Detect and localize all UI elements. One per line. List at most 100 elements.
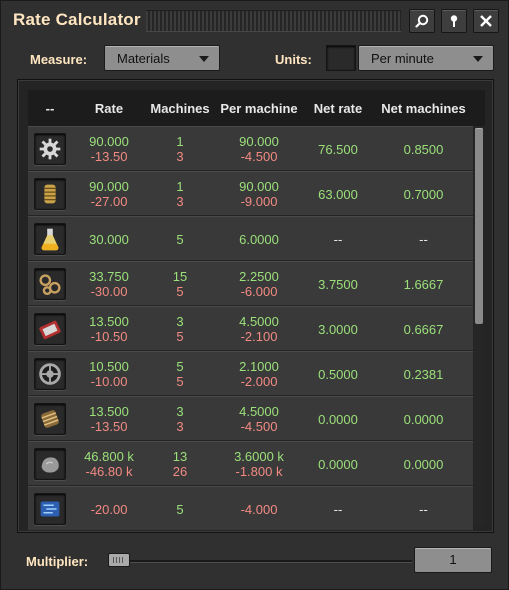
pin-button[interactable]	[441, 9, 467, 33]
production-value: 13.500	[89, 404, 129, 419]
search-button[interactable]	[409, 9, 435, 33]
item-icon-slot[interactable]	[34, 493, 66, 525]
pin-icon	[450, 15, 458, 27]
column-header-rate: Rate	[94, 101, 124, 116]
measure-value: Materials	[117, 51, 170, 66]
cell-net-machines: 0.0000	[403, 412, 444, 427]
drag-handle[interactable]	[146, 10, 401, 32]
production-value: 90.000	[89, 134, 129, 149]
cell-machines: 13	[146, 134, 214, 164]
cell-machines: 35	[146, 314, 214, 344]
chain-icon	[39, 274, 61, 296]
cell-rate: 10.500 -10.00	[72, 359, 146, 389]
cell-rate: 90.000 -13.50	[72, 134, 146, 164]
table-row[interactable]: 90.000 -13.50 1 3 90.000 -4.500 76.500 0.8500	[28, 126, 473, 171]
multiplier-slider[interactable]	[110, 560, 412, 563]
consumption-value: -6.000	[240, 284, 278, 299]
item-icon-slot[interactable]	[34, 358, 66, 390]
item-icon-slot[interactable]	[34, 178, 66, 210]
cell-net-rate: 3.0000	[318, 322, 358, 337]
cell-net-machines: 0.6667	[403, 322, 444, 337]
measure-dropdown[interactable]: Materials	[104, 45, 220, 71]
consumption-value: -30.00	[90, 284, 128, 299]
copper-cable-icon	[44, 184, 56, 204]
column-header-net-machines: Net machines	[381, 101, 466, 116]
cell-net-machines: 0.0000	[403, 457, 444, 472]
production-value: 33.750	[89, 269, 129, 284]
vertical-scrollbar[interactable]	[474, 126, 484, 526]
units-item-slot[interactable]	[326, 45, 356, 71]
table-row[interactable]: 10.500 -10.00 5 5 2.1000 -2.000 0.5000 0.2381	[28, 351, 473, 396]
table-row[interactable]: 90.000 -27.00 1 3 90.000 -9.000 63.000 0.7000	[28, 171, 473, 216]
cell-machines: 15 5	[146, 269, 214, 299]
item-icon-slot[interactable]	[34, 133, 66, 165]
production-value: 5	[176, 232, 184, 247]
production-value: -4.000	[240, 502, 278, 517]
cell-machines: 33	[146, 404, 214, 434]
production-value: 30.000	[89, 232, 129, 247]
consumption-value: 3	[176, 419, 184, 434]
chevron-down-icon	[199, 56, 209, 62]
table-row[interactable]: 13.500 -13.50 3 3 4.5000 -4.500 0.0000 0.0000	[28, 396, 473, 441]
column-header-machines: Machines	[150, 101, 210, 116]
window-title: Rate Calculator	[13, 10, 141, 29]
production-value: 2.2500	[239, 269, 279, 284]
item-icon-slot[interactable]	[34, 313, 66, 345]
multiplier-slider-thumb[interactable]	[108, 553, 130, 567]
item-icon-slot[interactable]	[34, 223, 66, 255]
rate-calculator-window: Rate Calculator Measure: Materials Units…	[0, 0, 509, 590]
production-value: 3	[176, 404, 184, 419]
units-dropdown[interactable]: Per minute	[358, 45, 494, 71]
consumption-value: 5	[176, 329, 184, 344]
production-value: 90.000	[89, 179, 129, 194]
consumption-value: -9.000	[240, 194, 278, 209]
column-header-net-rate: Net rate	[313, 101, 363, 116]
chevron-down-icon	[473, 56, 483, 62]
production-value: -20.00	[90, 502, 128, 517]
cell-per-machine: 6.0000	[214, 232, 304, 247]
rates-table-panel: -- Rate Machines Per machine Net rate Ne…	[17, 79, 494, 533]
consumption-value: -13.50	[90, 149, 128, 164]
units-value: Per minute	[371, 51, 434, 66]
cell-net-rate: 0.5000	[318, 367, 358, 382]
table-row[interactable]: 33.750 -30.00 15 5 2.2500 -6.000 3.7500 1.6667	[28, 261, 473, 306]
item-icon-slot[interactable]	[34, 448, 66, 480]
units-label: Units:	[275, 52, 312, 67]
table-row[interactable]: -20.00 5 -4.000 -- --	[28, 486, 473, 531]
cell-net-rate: --	[333, 232, 343, 247]
table-row[interactable]: 30.000 5 6.0000 -- --	[28, 216, 473, 261]
cell-rate: 33.750 -30.00	[72, 269, 146, 299]
cell-machines: 5	[146, 232, 214, 247]
table-row[interactable]: 13.500 -10.50 3 5 4.5000 -2.100 3.0000 0.6667	[28, 306, 473, 351]
cell-per-machine: 2.1000 -2.000	[214, 359, 304, 389]
gear-icon	[39, 138, 61, 160]
cell-net-machines: 0.2381	[403, 367, 444, 382]
cell-net-rate: 3.7500	[318, 277, 358, 292]
cell-per-machine: -4.000	[214, 502, 304, 517]
column-header-per-machine: Per machine	[220, 101, 298, 116]
wheel-icon	[39, 363, 61, 385]
cell-per-machine: 2.2500 -6.000	[214, 269, 304, 299]
cell-rate: 30.000	[72, 232, 146, 247]
item-icon-slot[interactable]	[34, 268, 66, 300]
cell-per-machine: 90.000 -4.500	[214, 134, 304, 164]
close-button[interactable]	[473, 9, 499, 33]
production-value: 1	[176, 134, 184, 149]
consumption-value: -46.80 k	[85, 464, 133, 479]
scrollbar-thumb[interactable]	[475, 128, 483, 324]
consumption-value: -4.500	[240, 419, 278, 434]
production-value: 5	[176, 502, 184, 517]
production-value: 4.5000	[239, 314, 279, 329]
production-value: 15	[172, 269, 188, 284]
item-icon-slot[interactable]	[34, 403, 66, 435]
engine-unit-icon	[39, 320, 61, 340]
table-row[interactable]: 46.800 k -46.80 k 13 26 3.6000 k -1.800 k 0.00…	[28, 441, 473, 486]
consumption-value: -2.100	[240, 329, 278, 344]
measure-label: Measure:	[30, 52, 88, 67]
cell-net-machines: 1.6667	[403, 277, 444, 292]
cell-per-machine: 3.6000 k -1.800 k	[214, 449, 304, 479]
motor-icon	[41, 410, 59, 428]
cell-net-machines: 0.7000	[403, 187, 444, 202]
multiplier-input[interactable]: 1	[414, 547, 492, 573]
title-bar: Rate Calculator	[1, 1, 508, 41]
